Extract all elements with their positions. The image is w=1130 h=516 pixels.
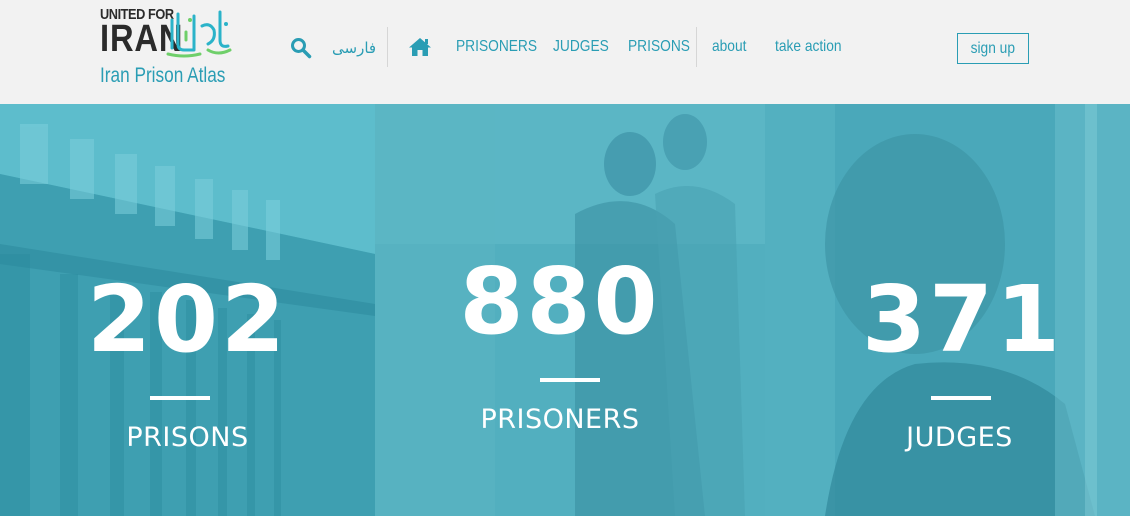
- nav-link-prisons[interactable]: PRISONS: [628, 38, 690, 56]
- stat-divider: [931, 396, 991, 400]
- nav-divider: [696, 27, 697, 67]
- stat-divider: [540, 378, 600, 382]
- signup-button[interactable]: sign up: [957, 33, 1029, 64]
- logo-arabic-calligraphy: [166, 10, 232, 58]
- nav-link-take-action[interactable]: take action: [775, 38, 842, 56]
- logo-subtitle: Iran Prison Atlas: [100, 64, 226, 87]
- nav-link-about[interactable]: about: [712, 38, 746, 56]
- nav-link-prisoners[interactable]: PRISONERS: [456, 38, 537, 56]
- home-icon[interactable]: [408, 37, 432, 57]
- stat-panel-judges[interactable]: 371 JUDGES: [765, 104, 1130, 516]
- site-header: UNITED FOR IRAN Iran Prison Atlas فارسی …: [0, 0, 1130, 104]
- stat-label-judges: JUDGES: [906, 422, 1013, 453]
- stat-label-prisons: PRISONS: [126, 422, 249, 453]
- nav-link-judges[interactable]: JUDGES: [553, 38, 609, 56]
- search-icon[interactable]: [290, 37, 312, 59]
- stat-panel-prisoners[interactable]: 880 PRISONERS: [375, 104, 765, 516]
- stat-panel-prisons[interactable]: 202 PRISONS: [0, 104, 375, 516]
- stat-divider: [150, 396, 210, 400]
- logo[interactable]: UNITED FOR IRAN Iran Prison Atlas: [100, 6, 240, 90]
- stat-label-prisoners: PRISONERS: [480, 404, 640, 435]
- stat-number-prisons: 202: [86, 266, 289, 373]
- stat-number-judges: 371: [861, 266, 1064, 373]
- signup-label: sign up: [970, 40, 1016, 57]
- stat-number-prisoners: 880: [459, 248, 661, 355]
- stats-section: 202 PRISONS 880 PRISONERS 371 JUDGES: [0, 104, 1130, 516]
- nav-divider: [387, 27, 388, 67]
- nav-farsi-link[interactable]: فارسی: [332, 39, 376, 57]
